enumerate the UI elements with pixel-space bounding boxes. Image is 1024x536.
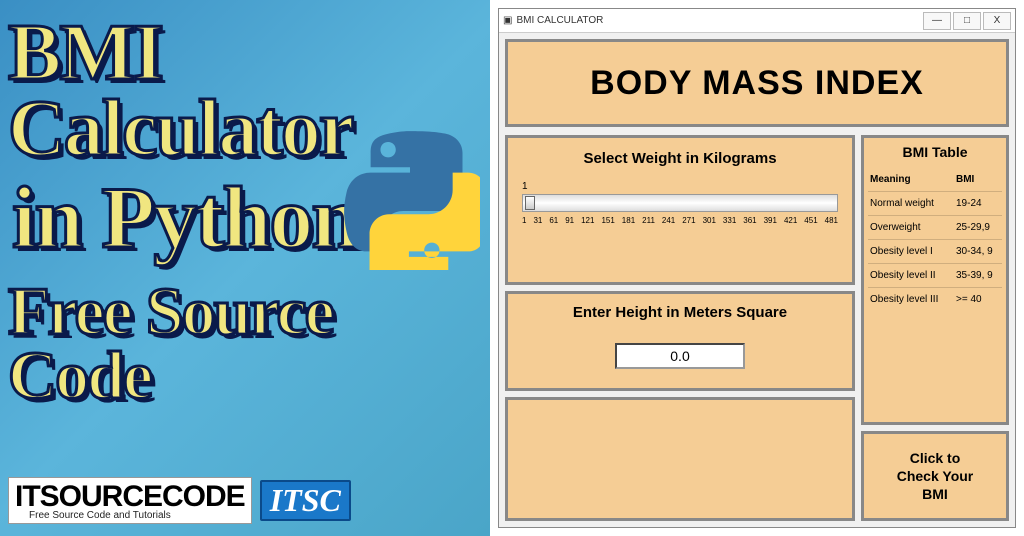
check-bmi-button[interactable]: Click to Check Your BMI bbox=[861, 431, 1009, 521]
slider-tick: 211 bbox=[642, 216, 655, 225]
slider-tick: 361 bbox=[743, 216, 756, 225]
bmi-table-row: Normal weight19-24 bbox=[868, 192, 1002, 216]
slider-tick: 391 bbox=[764, 216, 777, 225]
titlebar[interactable]: ▣ BMI CALCULATOR — □ X bbox=[499, 9, 1015, 33]
bmi-row-value: 35-39, 9 bbox=[956, 270, 1000, 281]
height-input[interactable] bbox=[615, 343, 745, 369]
slider-tick: 301 bbox=[703, 216, 716, 225]
bmi-table-row: Obesity level III>= 40 bbox=[868, 288, 1002, 311]
promo-panel: BMI Calculator in Python Free Source Cod… bbox=[0, 0, 490, 536]
slider-thumb[interactable] bbox=[525, 196, 535, 210]
maximize-button[interactable]: □ bbox=[953, 12, 981, 30]
slider-ticks: 1 31 61 91 121 151 181 211 241 271 301 331 361 391 421… bbox=[522, 216, 838, 225]
slider-tick: 241 bbox=[662, 216, 675, 225]
python-logo-icon bbox=[340, 130, 480, 270]
app-title: BODY MASS INDEX bbox=[590, 64, 924, 103]
titlebar-icon: ▣ bbox=[503, 15, 512, 26]
slider-tick: 421 bbox=[784, 216, 797, 225]
bmi-row-value: >= 40 bbox=[956, 294, 1000, 305]
slider-value-label: 1 bbox=[522, 181, 838, 192]
bmi-table-panel: BMI Table Meaning BMI Normal weight19-24… bbox=[861, 135, 1009, 425]
bmi-row-value: 25-29,9 bbox=[956, 222, 1000, 233]
slider-tick: 271 bbox=[682, 216, 695, 225]
brand-text-box: ITSOURCECODE Free Source Code and Tutori… bbox=[8, 477, 252, 524]
slider-tick: 481 bbox=[825, 216, 838, 225]
brand-footer: ITSOURCECODE Free Source Code and Tutori… bbox=[8, 477, 351, 524]
bmi-row-meaning: Obesity level I bbox=[870, 246, 956, 257]
bmi-row-meaning: Overweight bbox=[870, 222, 956, 233]
minimize-button[interactable]: — bbox=[923, 12, 951, 30]
slider-tick: 91 bbox=[565, 216, 574, 225]
weight-label: Select Weight in Kilograms bbox=[583, 150, 776, 167]
bmi-row-value: 19-24 bbox=[956, 198, 1000, 209]
bmi-header-value: BMI bbox=[956, 174, 1000, 185]
slider-tick: 451 bbox=[804, 216, 817, 225]
bmi-table-header: Meaning BMI bbox=[868, 168, 1002, 192]
brand-badge: ITSC bbox=[260, 480, 351, 521]
bmi-row-meaning: Normal weight bbox=[870, 198, 956, 209]
app-body: BODY MASS INDEX Select Weight in Kilogra… bbox=[499, 33, 1015, 527]
height-label: Enter Height in Meters Square bbox=[573, 304, 787, 321]
result-panel bbox=[505, 397, 855, 521]
close-button[interactable]: X bbox=[983, 12, 1011, 30]
promo-line-3: Free Source Code bbox=[8, 279, 482, 408]
check-button-label: Click to Check Your BMI bbox=[897, 449, 974, 504]
slider-tick: 121 bbox=[581, 216, 594, 225]
bmi-table-row: Obesity level I30-34, 9 bbox=[868, 240, 1002, 264]
slider-tick: 1 bbox=[522, 216, 526, 225]
brand-main: ITSOURCECODE bbox=[15, 480, 245, 514]
header-panel: BODY MASS INDEX bbox=[505, 39, 1009, 127]
slider-tick: 331 bbox=[723, 216, 736, 225]
bmi-row-meaning: Obesity level III bbox=[870, 294, 956, 305]
bmi-table-row: Overweight25-29,9 bbox=[868, 216, 1002, 240]
app-window: ▣ BMI CALCULATOR — □ X BODY MASS INDEX S… bbox=[498, 8, 1016, 528]
bmi-table-title: BMI Table bbox=[868, 144, 1002, 160]
slider-tick: 61 bbox=[549, 216, 558, 225]
window-title: BMI CALCULATOR bbox=[516, 15, 603, 26]
weight-panel: Select Weight in Kilograms 1 13161911211… bbox=[505, 135, 855, 285]
bmi-table-row: Obesity level II35-39, 9 bbox=[868, 264, 1002, 288]
weight-slider-wrap: 1 1 31 61 91 121 151 181 211 241 271 301 331 361 391 4… bbox=[518, 181, 842, 225]
height-panel: Enter Height in Meters Square bbox=[505, 291, 855, 391]
weight-slider[interactable] bbox=[522, 194, 838, 212]
slider-tick: 181 bbox=[622, 216, 635, 225]
bmi-row-value: 30-34, 9 bbox=[956, 246, 1000, 257]
bmi-header-meaning: Meaning bbox=[870, 174, 956, 185]
bmi-row-meaning: Obesity level II bbox=[870, 270, 956, 281]
slider-tick: 31 bbox=[533, 216, 542, 225]
slider-tick: 151 bbox=[601, 216, 614, 225]
